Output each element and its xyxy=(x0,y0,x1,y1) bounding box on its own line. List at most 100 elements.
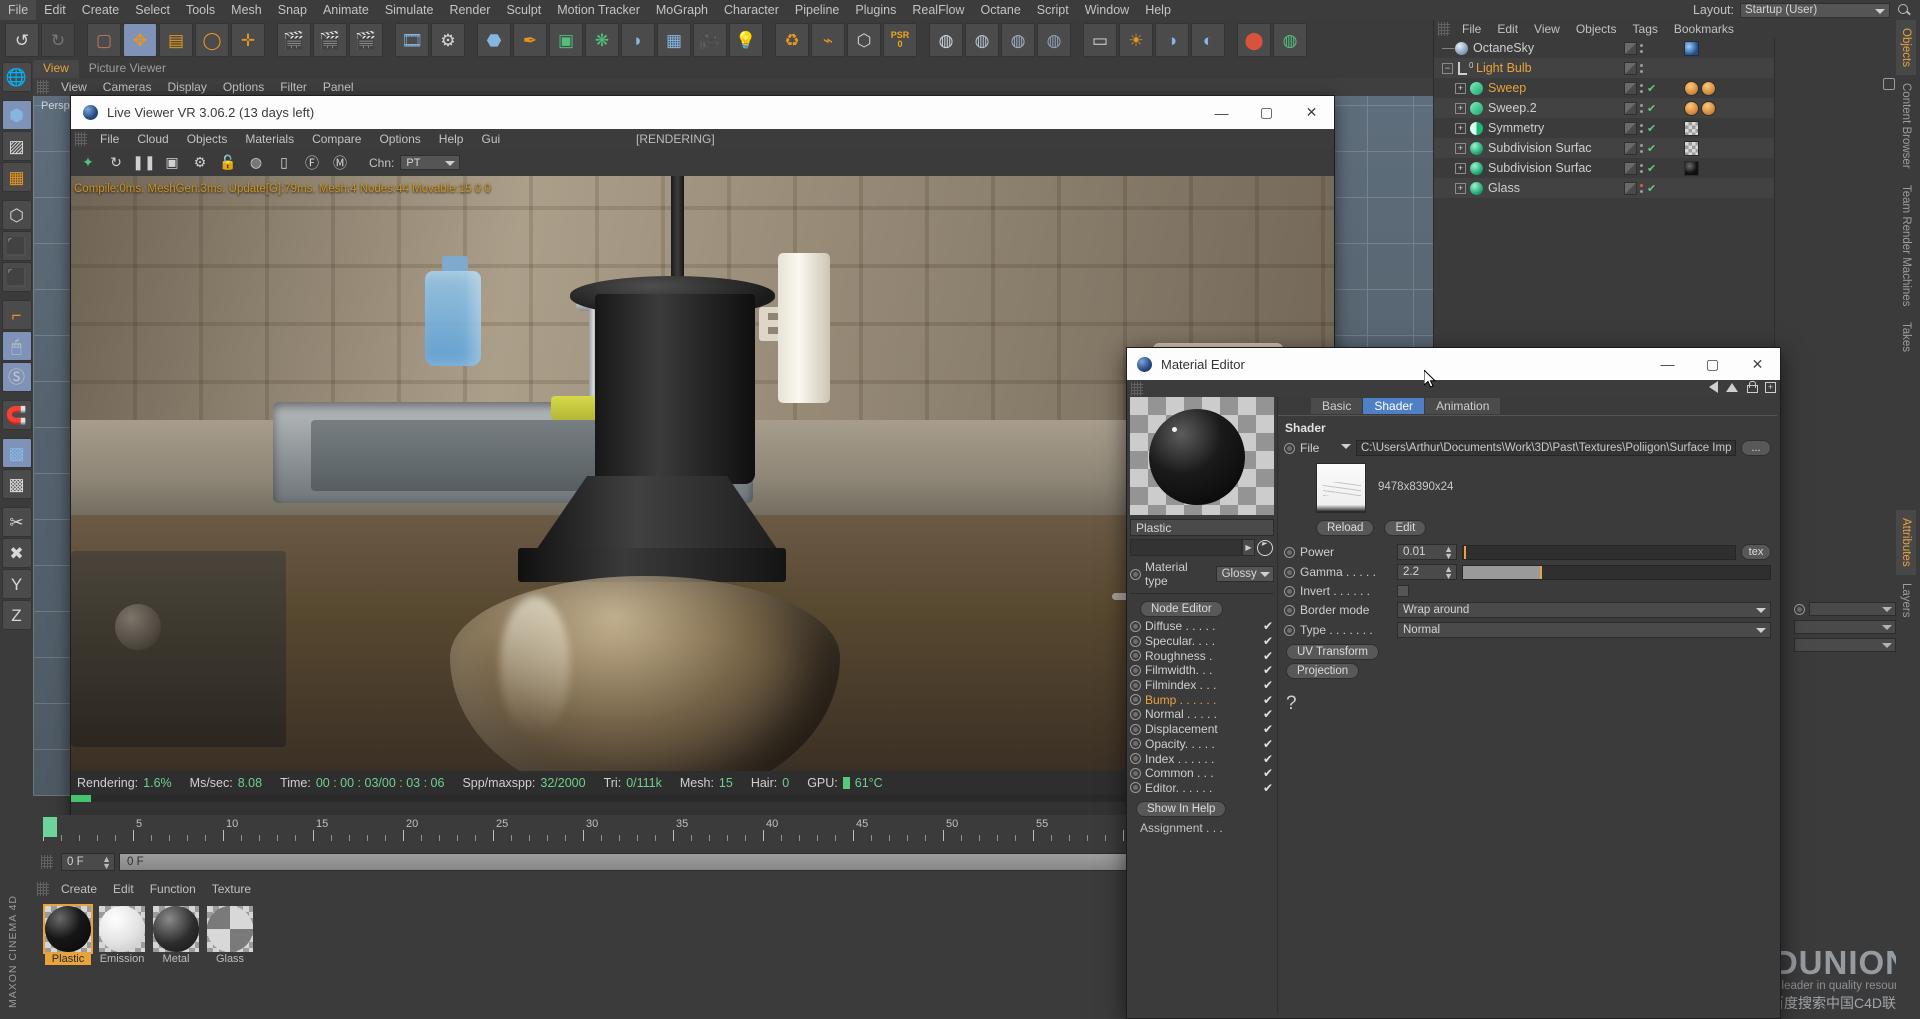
reload-button[interactable]: Reload xyxy=(1316,520,1375,536)
aspect-icon[interactable]: ▯ xyxy=(271,151,297,175)
display-constant-button[interactable]: ◍ xyxy=(1001,23,1035,57)
radio-icon[interactable] xyxy=(1284,566,1295,578)
add-panel-icon[interactable]: + xyxy=(1765,381,1776,393)
psr-coordinates-button[interactable]: PSR 0 xyxy=(883,23,917,57)
object-row[interactable]: + Subdivision Surfac xyxy=(1434,138,1624,158)
channel-enabled-check-icon[interactable]: ✔ xyxy=(1262,663,1274,677)
menu-item-render[interactable]: Render xyxy=(441,0,498,20)
radio-icon[interactable] xyxy=(1284,546,1295,558)
chevron-down-icon[interactable] xyxy=(1341,443,1351,453)
radio-icon[interactable] xyxy=(1130,782,1141,794)
material-channel-row[interactable]: Displacement ✔ xyxy=(1130,722,1274,737)
radio-icon[interactable] xyxy=(1130,568,1141,580)
layout-dropdown[interactable]: Startup (User) xyxy=(1740,2,1890,18)
radio-icon[interactable] xyxy=(1130,753,1141,765)
right-tab-takes[interactable]: Takes xyxy=(1896,314,1916,360)
channel-enabled-check-icon[interactable]: ✔ xyxy=(1262,634,1274,648)
object-row[interactable]: + Sweep.2 xyxy=(1434,98,1624,118)
region-render-icon[interactable]: ▣ xyxy=(159,151,185,175)
scale-tool-button[interactable]: ▤ xyxy=(159,23,193,57)
expand-collapse-icon[interactable]: + xyxy=(1455,102,1466,114)
deformer-group-button[interactable]: ⬡ xyxy=(847,23,881,57)
display-gouraud-button[interactable]: ◍ xyxy=(929,23,963,57)
octane-hdri-button[interactable]: ◐ xyxy=(1191,23,1225,57)
octane-sun-button[interactable]: ☀ xyxy=(1119,23,1153,57)
stepper-icon[interactable]: ▲▼ xyxy=(102,855,111,871)
layer-color-swatch[interactable] xyxy=(1624,181,1637,195)
texture-mode-icon[interactable]: ▨ xyxy=(1,131,32,161)
radio-icon[interactable] xyxy=(1130,650,1141,662)
radio-icon[interactable] xyxy=(1284,585,1295,597)
layer-color-swatch[interactable] xyxy=(1624,101,1637,115)
material-channel-row[interactable]: Common . . . ✔ xyxy=(1130,766,1274,781)
visibility-toggle-dots[interactable] xyxy=(1640,103,1644,113)
material-type-dropdown[interactable]: Glossy xyxy=(1215,566,1274,582)
radio-icon[interactable] xyxy=(1130,767,1141,779)
object-menu-bookmarks[interactable]: Bookmarks xyxy=(1666,22,1742,36)
material-tag-icon[interactable] xyxy=(1701,80,1716,96)
undo-button[interactable]: ↺ xyxy=(5,23,39,57)
panel-grip[interactable] xyxy=(37,882,49,896)
pause-render-icon[interactable]: ❚❚ xyxy=(131,151,157,175)
current-frame-field[interactable]: 0 F ▲ ▼ xyxy=(61,853,115,871)
attribute-field[interactable] xyxy=(1809,602,1896,616)
right-tab-layers[interactable]: Layers xyxy=(1896,575,1916,626)
model-mode-icon[interactable]: ⬢ xyxy=(1,100,32,130)
type-dropdown[interactable]: Normal xyxy=(1397,622,1771,638)
material-channel-row[interactable]: Index . . . . . . ✔ xyxy=(1130,751,1274,766)
menu-item-mograph[interactable]: MoGraph xyxy=(648,0,716,20)
points-mode-icon[interactable]: ▦ xyxy=(1,162,32,192)
radio-icon[interactable] xyxy=(1284,624,1295,636)
viewport-menu-view[interactable]: View xyxy=(53,80,95,94)
material-menu-edit[interactable]: Edit xyxy=(105,882,142,896)
material-swatch-glass[interactable]: Glass xyxy=(207,906,253,965)
expand-collapse-icon[interactable]: + xyxy=(1455,162,1466,174)
viewport-tab-view[interactable]: View xyxy=(33,60,79,78)
object-menu-objects[interactable]: Objects xyxy=(1568,22,1625,36)
octane-daylight-button[interactable]: ◑ xyxy=(1155,23,1189,57)
channel-enabled-check-icon[interactable]: ✔ xyxy=(1262,781,1274,795)
texture-thumbnail[interactable] xyxy=(1316,463,1366,513)
material-tag-icon[interactable] xyxy=(1684,40,1699,56)
visibility-toggle-dots[interactable] xyxy=(1640,123,1644,133)
channel-enabled-check-icon[interactable]: ✔ xyxy=(1262,678,1274,692)
menu-item-character[interactable]: Character xyxy=(716,0,787,20)
gamma-slider[interactable] xyxy=(1462,564,1771,580)
material-channel-row[interactable]: Opacity. . . . . ✔ xyxy=(1130,737,1274,752)
expand-collapse-icon[interactable]: + xyxy=(1455,82,1466,94)
material-channel-row[interactable]: Editor. . . . . . ✔ xyxy=(1130,781,1274,796)
help-question-mark[interactable]: ? xyxy=(1278,679,1777,715)
menu-item-motion-tracker[interactable]: Motion Tracker xyxy=(549,0,648,20)
add-spline-button[interactable]: ✒ xyxy=(513,23,547,57)
display-quick-button[interactable]: ◍ xyxy=(965,23,999,57)
stepper-icon[interactable]: ▲▼ xyxy=(1444,545,1453,561)
panel-grip[interactable] xyxy=(37,80,49,94)
object-menu-tags[interactable]: Tags xyxy=(1625,22,1666,36)
radio-icon[interactable] xyxy=(1130,620,1141,632)
material-preview[interactable] xyxy=(1130,397,1274,515)
expand-collapse-icon[interactable]: + xyxy=(1455,122,1466,134)
viewport-menu-display[interactable]: Display xyxy=(159,80,214,94)
viewport-solo-icon[interactable]: 🖱 xyxy=(1,331,32,361)
restart-render-icon[interactable]: ↻ xyxy=(103,151,129,175)
material-picker-icon[interactable]: Ⓜ xyxy=(327,151,353,175)
right-tab-content-browser[interactable]: Content Browser xyxy=(1896,75,1916,177)
channel-enabled-check-icon[interactable]: ✔ xyxy=(1262,619,1274,633)
visibility-toggle-dots[interactable] xyxy=(1640,43,1644,53)
close-icon[interactable]: ✕ xyxy=(1735,348,1780,381)
border-mode-dropdown[interactable]: Wrap around xyxy=(1397,602,1771,618)
object-row[interactable]: − 0 Light Bulb xyxy=(1434,58,1624,78)
mograph-button[interactable]: ♻ xyxy=(775,23,809,57)
expand-collapse-icon[interactable]: + xyxy=(1455,182,1466,194)
material-tag-icon[interactable] xyxy=(1684,160,1699,176)
enabled-check-icon[interactable]: ✔ xyxy=(1647,82,1656,95)
attribute-row[interactable] xyxy=(1790,618,1896,636)
menu-item-select[interactable]: Select xyxy=(127,0,178,20)
menu-item-tools[interactable]: Tools xyxy=(178,0,223,20)
timeline-playhead[interactable] xyxy=(43,817,57,837)
viewport-maximize-icon[interactable] xyxy=(1883,78,1895,90)
channel-enabled-check-icon[interactable]: ✔ xyxy=(1262,707,1274,721)
right-tab-objects[interactable]: Objects xyxy=(1896,20,1916,75)
channel-dropdown[interactable]: PT xyxy=(400,155,461,170)
gamma-value-input[interactable]: 2.2 ▲ ▼ xyxy=(1397,564,1457,581)
